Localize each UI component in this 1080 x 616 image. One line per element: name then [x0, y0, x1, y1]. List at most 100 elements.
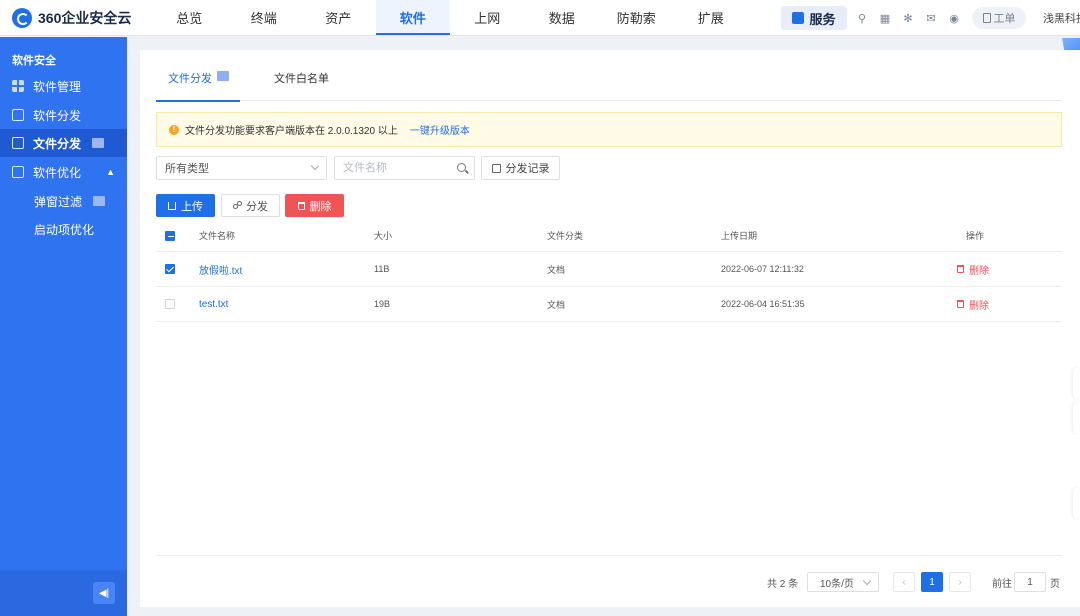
type-select[interactable]: 所有类型: [156, 156, 327, 180]
upload-button[interactable]: 上传: [156, 194, 215, 217]
sidebar-subitem-startup-optimization[interactable]: 启动项优化: [0, 215, 127, 243]
row-checkbox[interactable]: [165, 299, 175, 309]
grid-icon: [12, 80, 24, 92]
page-size-select[interactable]: 10条/页: [807, 572, 879, 592]
row-delete-link[interactable]: 删除: [957, 262, 989, 277]
nav-item-ransomware[interactable]: 防勒索: [599, 0, 674, 35]
ticket-icon: [982, 13, 991, 23]
sidebar-item-label: 弹窗过滤: [34, 194, 83, 209]
new-badge-icon: [92, 138, 105, 148]
header-upload-date[interactable]: 上传日期: [721, 220, 757, 251]
file-category: 文档: [547, 299, 566, 310]
search-icon[interactable]: ⚲: [854, 10, 870, 26]
nav-item-internet[interactable]: 上网: [450, 0, 525, 35]
gear-icon[interactable]: ✻: [900, 10, 916, 26]
pagination: 共 2 条 10条/页 ‹ 1 › 前往 1 页: [156, 555, 1062, 607]
file-size: 19B: [374, 299, 391, 309]
app-logo[interactable]: 360企业安全云: [0, 0, 140, 35]
new-badge-icon: [93, 196, 106, 206]
warning-icon: !: [169, 124, 179, 135]
sidebar-item-software-distribution[interactable]: 软件分发: [0, 101, 127, 129]
nav-item-software[interactable]: 软件: [375, 0, 450, 35]
distribute-button[interactable]: 分发: [221, 194, 280, 217]
header-size[interactable]: 大小: [374, 220, 392, 251]
upload-date: 2022-06-07 12:11:32: [721, 264, 804, 274]
select-all-checkbox[interactable]: [165, 230, 175, 241]
filter-bar: 所有类型 分发记录: [156, 156, 576, 180]
side-float-tab[interactable]: [1073, 368, 1080, 398]
file-name-search-input[interactable]: [335, 157, 445, 179]
distribute-label: 分发: [246, 200, 268, 213]
row-checkbox[interactable]: [165, 264, 175, 274]
tab-file-distribution[interactable]: 文件分发: [156, 70, 240, 102]
share-icon: [233, 200, 242, 210]
distribution-record-button[interactable]: 分发记录: [481, 156, 560, 180]
logo-text: 360企业安全云: [38, 9, 132, 26]
service-button[interactable]: 服务: [781, 6, 847, 30]
delete-button[interactable]: 删除: [285, 194, 344, 217]
puzzle-icon: [792, 12, 805, 24]
row-select-cell: [165, 252, 175, 286]
top-nav: 总览 终端 资产 软件 上网 数据 防勒索 扩展: [152, 0, 748, 35]
service-label: 服务: [809, 11, 836, 27]
help-icon[interactable]: ◉: [946, 10, 962, 26]
record-icon: [491, 163, 501, 173]
search-icon[interactable]: [457, 163, 466, 172]
header-category[interactable]: 文件分类: [547, 220, 583, 251]
side-float-tab[interactable]: [1073, 488, 1080, 518]
trash-icon: [957, 300, 964, 308]
company-name[interactable]: 浅黑科技: [1043, 10, 1080, 26]
next-page-button[interactable]: ›: [949, 572, 971, 592]
chevron-up-icon: ▲: [106, 167, 115, 177]
nav-item-endpoints[interactable]: 终端: [227, 0, 302, 35]
select-all-cell: [165, 220, 175, 251]
qrcode-icon[interactable]: ▦: [877, 10, 893, 26]
sidebar-subitem-popup-filter[interactable]: 弹窗过滤: [0, 187, 127, 215]
header-actions: 操作: [966, 231, 985, 241]
file-name-link[interactable]: 放假啦.txt: [199, 262, 242, 277]
table-row: 放假啦.txt 11B 文档 2022-06-07 12:11:32 删除: [156, 252, 1062, 287]
row-delete-link[interactable]: 删除: [957, 297, 989, 312]
tab-label: 文件分发: [168, 73, 212, 85]
page-number-current[interactable]: 1: [921, 572, 943, 592]
ticket-button[interactable]: 工单: [972, 7, 1026, 29]
version-notice: ! 文件分发功能要求客户端版本在 2.0.0.1320 以上 一键升级版本: [156, 112, 1062, 147]
sidebar-item-file-distribution[interactable]: 文件分发: [0, 129, 127, 157]
logo-icon: [12, 7, 32, 28]
upgrade-link[interactable]: 一键升级版本: [410, 122, 470, 137]
nav-item-data[interactable]: 数据: [525, 0, 600, 35]
ticket-label: 工单: [993, 13, 1016, 25]
main-panel: 文件分发 文件白名单 ! 文件分发功能要求客户端版本在 2.0.0.1320 以…: [140, 50, 1080, 607]
upload-icon: [168, 201, 176, 210]
nav-item-assets[interactable]: 资产: [301, 0, 376, 35]
distribute-icon: [12, 109, 24, 121]
nav-item-overview[interactable]: 总览: [152, 0, 227, 35]
tab-file-whitelist[interactable]: 文件白名单: [274, 70, 344, 101]
record-label: 分发记录: [505, 163, 550, 175]
nav-item-extensions[interactable]: 扩展: [674, 0, 749, 35]
sidebar-collapse-button[interactable]: ◀|: [93, 582, 115, 604]
sidebar-item-label: 软件管理: [33, 79, 82, 94]
sidebar-item-label: 文件分发: [33, 136, 82, 151]
total-count: 共 2 条: [767, 578, 799, 590]
sidebar-footer: ◀|: [0, 570, 127, 616]
sidebar-item-label: 软件优化: [33, 165, 82, 180]
trash-icon: [957, 265, 964, 273]
goto-prefix: 前往: [992, 578, 1012, 590]
chevron-down-icon: [310, 161, 320, 171]
file-category: 文档: [547, 264, 566, 275]
mail-icon[interactable]: ✉: [923, 10, 939, 26]
file-name-link[interactable]: test.txt: [199, 299, 228, 310]
sidebar-item-software-optimization[interactable]: 软件优化 ▲: [0, 158, 127, 186]
page-size-value: 10条/页: [820, 578, 854, 590]
goto-page-input[interactable]: 1: [1014, 572, 1046, 592]
side-float-tab[interactable]: [1073, 403, 1080, 433]
upload-label: 上传: [181, 200, 203, 213]
goto-suffix: 页: [1050, 578, 1060, 590]
trash-icon: [297, 201, 305, 210]
prev-page-button[interactable]: ‹: [893, 572, 915, 592]
sidebar-item-software-management[interactable]: 软件管理: [0, 72, 127, 100]
top-bar: 360企业安全云 总览 终端 资产 软件 上网 数据 防勒索 扩展 服务 ⚲ ▦…: [0, 0, 1080, 36]
header-file-name[interactable]: 文件名称: [199, 220, 235, 251]
file-size: 11B: [374, 264, 390, 274]
